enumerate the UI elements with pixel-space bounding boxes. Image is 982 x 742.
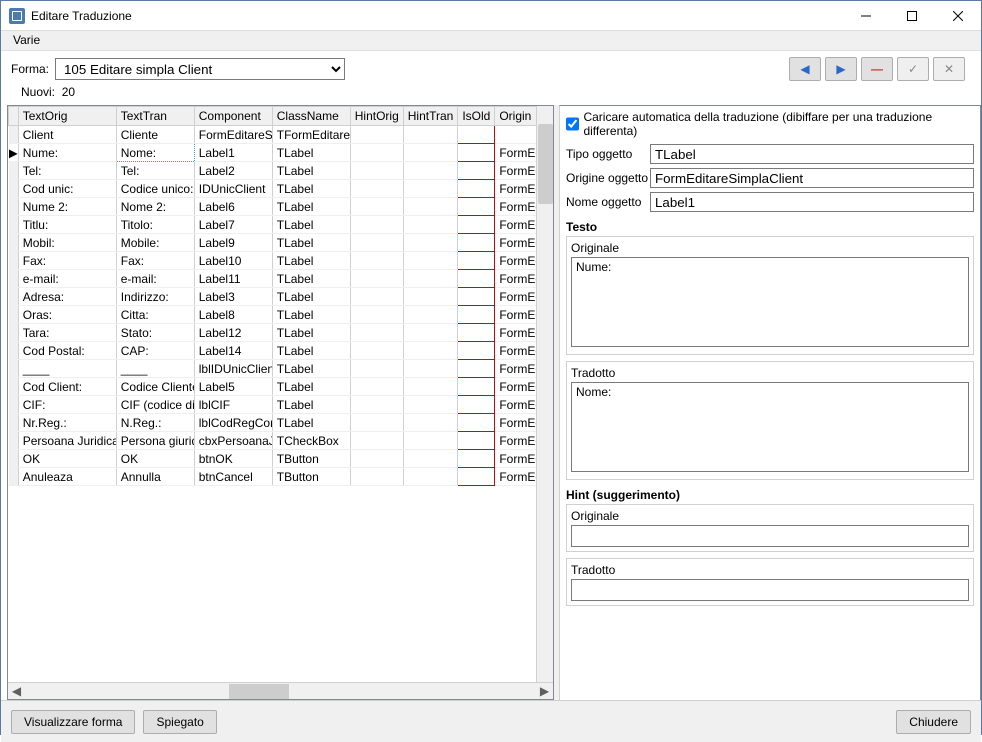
origine-input[interactable] [650,168,974,188]
translation-grid[interactable]: TextOrig TextTran Component ClassName Hi… [7,105,554,700]
row-indicator [9,198,19,216]
row-indicator: ▶ [9,144,19,162]
table-row[interactable]: ________lblIDUnicClientTLabelFormEditare… [9,360,553,378]
row-indicator [9,162,19,180]
app-icon [9,8,25,24]
grid-vscrollbar[interactable] [536,106,553,682]
table-row[interactable]: Cod unic:Codice unico:IDUnicClientTLabel… [9,180,553,198]
testo-trad-textarea[interactable]: Nome: [571,382,969,472]
table-row[interactable]: Mobil:Mobile:Label9TLabelFormEditareSimp… [9,234,553,252]
hint-originale-group: Originale [566,504,974,552]
maximize-button[interactable] [889,1,935,31]
hint-orig-label: Originale [571,509,969,523]
scroll-right-icon[interactable]: ▶ [536,683,553,700]
nuovi-label: Nuovi: [21,85,55,99]
menubar: Varie [1,31,981,51]
table-row[interactable]: Tel:Tel:Label2TLabelFormEditareSimplaCli… [9,162,553,180]
table-row[interactable]: ClientClienteFormEditareSimplaClientTFor… [9,126,553,144]
form-selector-row: Forma: 105 Editare simpla Client ◀ ▶ — ✓… [1,51,981,85]
table-row[interactable]: Nume 2:Nome 2:Label6TLabelFormEditareSim… [9,198,553,216]
row-indicator [9,126,19,144]
tipo-label: Tipo oggetto [566,147,646,161]
table-row[interactable]: Tara:Stato:Label12TLabelFormEditareSimpl… [9,324,553,342]
visualizzare-button[interactable]: Visualizzare forma [11,710,135,734]
nav-delete-button[interactable]: — [861,57,893,81]
nav-next-button[interactable]: ▶ [825,57,857,81]
table-row[interactable]: CIF:CIF (codice di identificazione fisca… [9,396,553,414]
testo-originale-group: Originale Nume: [566,236,974,355]
row-indicator [9,324,19,342]
table-row[interactable]: Cod Client:Codice Cliente:Label5TLabelFo… [9,378,553,396]
row-indicator [9,414,19,432]
row-indicator [9,306,19,324]
col-classname[interactable]: ClassName [272,107,350,126]
row-indicator [9,252,19,270]
close-button[interactable] [935,1,981,31]
nome-label: Nome oggetto [566,195,646,209]
forma-select[interactable]: 105 Editare simpla Client [55,58,345,80]
testo-tradotto-group: Tradotto Nome: [566,361,974,480]
menu-varie[interactable]: Varie [7,31,46,49]
hint-title: Hint (suggerimento) [566,488,974,502]
table-row[interactable]: Nr.Reg.:N.Reg.:lblCodRegComTLabelFormEdi… [9,414,553,432]
origine-label: Origine oggetto [566,171,646,185]
hint-tradotto-group: Tradotto [566,558,974,606]
row-indicator [9,450,19,468]
chiudere-button[interactable]: Chiudere [896,710,971,734]
window-title: Editare Traduzione [31,9,843,23]
testo-title: Testo [566,220,974,234]
hint-trad-input[interactable] [571,579,969,601]
row-indicator [9,360,19,378]
nuovi-row: Nuovi: 20 [1,85,981,105]
row-indicator [9,342,19,360]
bottom-bar: Visualizzare forma Spiegato Chiudere [1,700,981,742]
hint-orig-input[interactable] [571,525,969,547]
table-row[interactable]: Oras:Citta:Label8TLabelFormEditareSimpla… [9,306,553,324]
table-row[interactable]: Titlu:Titolo:Label7TLabelFormEditareSimp… [9,216,553,234]
col-textorig[interactable]: TextOrig [18,107,116,126]
minimize-button[interactable] [843,1,889,31]
col-texttran[interactable]: TextTran [116,107,194,126]
nav-post-button[interactable]: ✓ [897,57,929,81]
forma-label: Forma: [11,62,49,76]
table-row[interactable]: Persoana JuridicaPersona giuridicacbxPer… [9,432,553,450]
row-indicator [9,468,19,486]
detail-panel: Caricare automatica della traduzione (di… [559,105,981,700]
autoload-label: Caricare automatica della traduzione (di… [583,110,974,138]
tipo-input[interactable] [650,144,974,164]
col-hinttran[interactable]: HintTran [403,107,458,126]
table-row[interactable]: AnuleazaAnnullabtnCancelTButtonFormEdita… [9,468,553,486]
nav-prev-button[interactable]: ◀ [789,57,821,81]
row-indicator [9,396,19,414]
spiegato-button[interactable]: Spiegato [143,710,216,734]
record-nav: ◀ ▶ — ✓ ✕ [789,57,971,81]
col-isold[interactable]: IsOld [458,107,495,126]
nome-input[interactable] [650,192,974,212]
row-indicator [9,378,19,396]
col-component[interactable]: Component [194,107,272,126]
nav-cancel-button[interactable]: ✕ [933,57,965,81]
hint-trad-label: Tradotto [571,563,969,577]
row-indicator [9,270,19,288]
nuovi-count: 20 [62,85,75,99]
testo-orig-textarea[interactable]: Nume: [571,257,969,347]
row-indicator [9,216,19,234]
row-indicator [9,432,19,450]
testo-orig-label: Originale [571,241,969,255]
scroll-left-icon[interactable]: ◀ [8,683,25,700]
autoload-checkbox[interactable] [566,117,579,131]
grid-hscrollbar[interactable]: ◀ ▶ [8,682,553,699]
table-row[interactable]: OKOKbtnOKTButtonFormEditareSimplaClient.… [9,450,553,468]
testo-trad-label: Tradotto [571,366,969,380]
table-row[interactable]: Cod Postal:CAP:Label14TLabelFormEditareS… [9,342,553,360]
titlebar: Editare Traduzione [1,1,981,31]
row-indicator [9,180,19,198]
table-row[interactable]: ▶Nume:Nome:Label1TLabelFormEditareSimpla… [9,144,553,162]
row-indicator [9,288,19,306]
table-row[interactable]: e-mail:e-mail:Label11TLabelFormEditareSi… [9,270,553,288]
row-indicator [9,234,19,252]
table-row[interactable]: Adresa:Indirizzo:Label3TLabelFormEditare… [9,288,553,306]
col-hintorig[interactable]: HintOrig [350,107,403,126]
table-row[interactable]: Fax:Fax:Label10TLabelFormEditareSimplaCl… [9,252,553,270]
